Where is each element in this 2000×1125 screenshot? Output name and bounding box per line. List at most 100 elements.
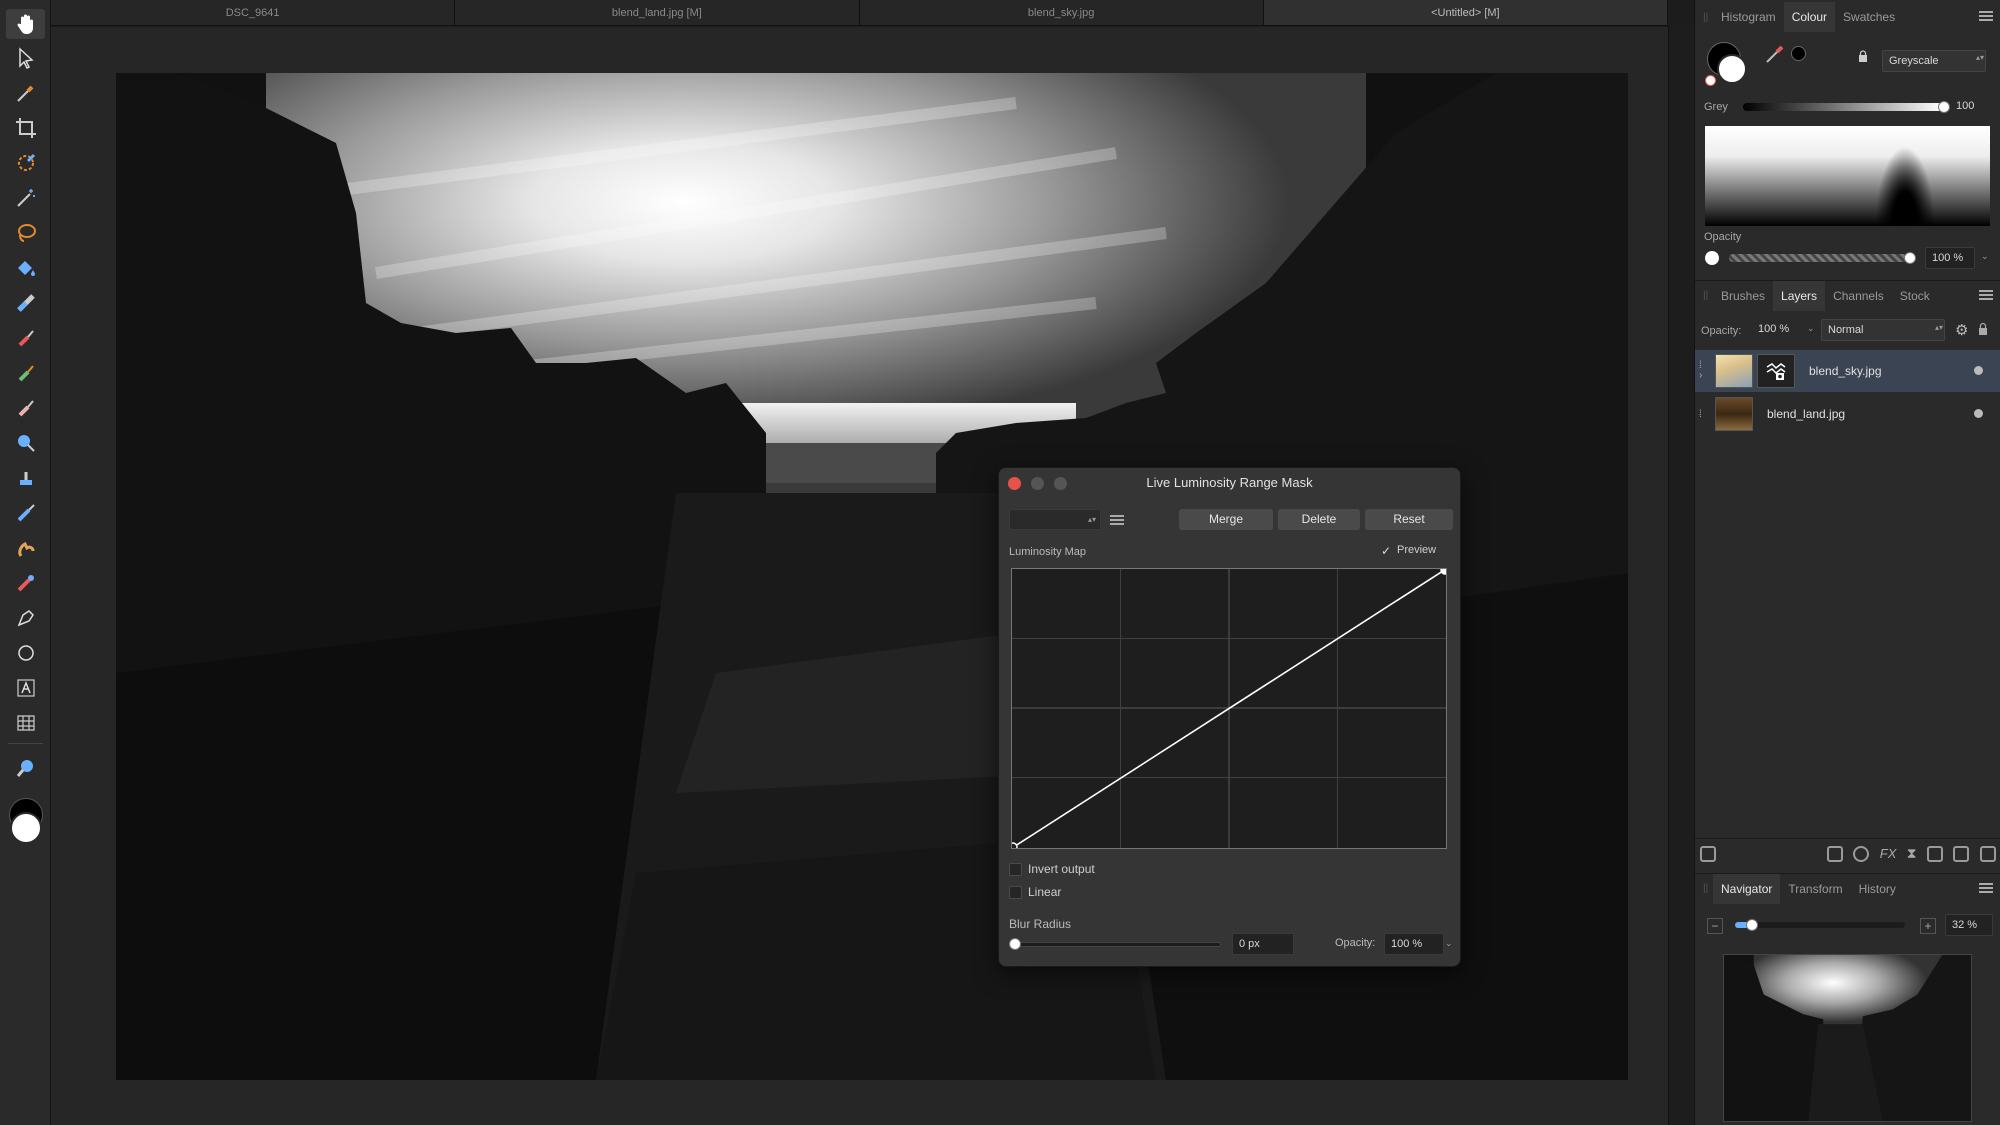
layer-row-blend-sky[interactable]: ⁞ › blend_sky.jpg xyxy=(1695,350,2000,392)
reset-button[interactable]: Reset xyxy=(1365,509,1453,530)
panel-grip-icon[interactable]: || xyxy=(1703,12,1713,23)
layer-copy-icon[interactable] xyxy=(1700,845,1717,862)
invert-output-checkbox[interactable] xyxy=(1009,863,1022,876)
secondary-color-swatch[interactable] xyxy=(10,812,42,844)
tab-brushes[interactable]: Brushes xyxy=(1713,281,1773,311)
linear-checkbox[interactable] xyxy=(1009,886,1022,899)
opacity-slider[interactable] xyxy=(1729,254,1909,262)
opacity-dropdown-icon[interactable]: ⌄ xyxy=(1981,251,1989,262)
grey-slider[interactable] xyxy=(1743,103,1943,111)
ellipse-icon[interactable] xyxy=(6,638,45,668)
tab-channels[interactable]: Channels xyxy=(1825,281,1892,311)
grey-slider-knob[interactable] xyxy=(1938,101,1950,113)
preview-check-icon[interactable]: ✓ xyxy=(1381,544,1391,558)
colour-spectrum[interactable] xyxy=(1705,126,1990,226)
gradient-icon[interactable] xyxy=(6,288,45,318)
no-color-icon[interactable] xyxy=(1705,75,1716,86)
navigator-preview[interactable] xyxy=(1723,954,1972,1122)
delete-button[interactable]: Delete xyxy=(1278,509,1360,530)
paint-brush-icon[interactable] xyxy=(6,323,45,353)
zoom-out-button[interactable]: − xyxy=(1707,918,1723,934)
mask-layer-icon[interactable] xyxy=(1826,845,1843,862)
tab-stock[interactable]: Stock xyxy=(1892,281,1938,311)
zoom-icon[interactable] xyxy=(6,753,45,783)
magic-wand-icon[interactable] xyxy=(6,183,45,213)
tab-blend-land[interactable]: blend_land.jpg [M] xyxy=(455,0,860,25)
tab-layers[interactable]: Layers xyxy=(1773,280,1826,311)
lock-icon[interactable] xyxy=(1857,49,1869,62)
zoom-slider[interactable] xyxy=(1735,922,1905,928)
new-pixel-layer-icon[interactable] xyxy=(1953,845,1970,862)
preset-menu-icon[interactable] xyxy=(1110,513,1124,527)
hand-tool-icon[interactable] xyxy=(6,9,45,39)
layer-row-blend-land[interactable]: ⁞ blend_land.jpg xyxy=(1695,393,2000,435)
layer-expand-chevron-icon[interactable]: ⁞ › xyxy=(1699,361,1713,381)
blur-radius-knob[interactable] xyxy=(1009,938,1021,950)
erase-brush-icon[interactable] xyxy=(6,393,45,423)
dodge-icon[interactable] xyxy=(6,428,45,458)
red-eye-icon[interactable] xyxy=(6,568,45,598)
blur-radius-slider[interactable] xyxy=(1011,942,1221,947)
fx-icon[interactable]: FX xyxy=(1880,846,1897,861)
tab-dsc-9641[interactable]: DSC_9641 xyxy=(51,0,456,25)
tab-navigator[interactable]: Navigator xyxy=(1713,873,1781,904)
tab-untitled[interactable]: <Untitled> [M] xyxy=(1263,0,1668,25)
freehand-selection-icon[interactable] xyxy=(6,218,45,248)
delete-layer-icon[interactable] xyxy=(1979,845,1996,862)
clone-icon[interactable] xyxy=(6,463,45,493)
zoom-value-field[interactable]: 32 % xyxy=(1945,914,1993,936)
layer-lock-icon[interactable] xyxy=(1977,322,1989,336)
colour-panel-menu-icon[interactable] xyxy=(1979,9,1993,23)
luminosity-curve-graph[interactable] xyxy=(1011,568,1447,849)
tab-blend-sky[interactable]: blend_sky.jpg xyxy=(860,0,1264,25)
layer-drag-icon[interactable]: ⁞ xyxy=(1699,409,1713,420)
adjustment-layer-icon[interactable] xyxy=(1853,845,1870,862)
merge-button[interactable]: Merge xyxy=(1179,509,1273,530)
tab-history[interactable]: History xyxy=(1851,874,1904,904)
eyedropper-icon[interactable] xyxy=(1763,42,1787,66)
layer-opacity-field[interactable]: 100 % xyxy=(1752,319,1806,341)
blend-mode-dropdown[interactable]: Normal xyxy=(1821,319,1945,341)
navigator-menu-icon[interactable] xyxy=(1979,881,1993,895)
panel-grip-icon[interactable]: || xyxy=(1703,290,1713,301)
preview-label[interactable]: Preview xyxy=(1397,544,1436,556)
color-replacement-icon[interactable] xyxy=(6,358,45,388)
panel-grip-icon[interactable]: || xyxy=(1703,883,1713,894)
flood-fill-icon[interactable] xyxy=(6,253,45,283)
layer-opacity-dropdown-icon[interactable]: ⌄ xyxy=(1807,323,1815,334)
stroke-color-swatch[interactable] xyxy=(1717,54,1747,84)
layers-panel-menu-icon[interactable] xyxy=(1979,288,1993,302)
mesh-warp-icon[interactable] xyxy=(6,708,45,738)
zoom-slider-knob[interactable] xyxy=(1746,919,1758,931)
layer-visibility-dot[interactable] xyxy=(1974,409,1983,418)
canvas-vertical-scrollbar[interactable] xyxy=(1668,26,1694,1125)
preset-dropdown[interactable]: ▴▾ xyxy=(1009,509,1101,530)
picked-color-swatch[interactable] xyxy=(1791,46,1806,61)
pen-icon[interactable] xyxy=(6,603,45,633)
colour-model-dropdown[interactable]: Greyscale xyxy=(1882,50,1986,72)
blur-radius-input[interactable]: 0 px xyxy=(1232,933,1294,955)
tab-colour[interactable]: Colour xyxy=(1783,2,1836,32)
tab-transform[interactable]: Transform xyxy=(1780,874,1850,904)
dialog-opacity-input[interactable]: 100 % xyxy=(1384,933,1444,955)
smudge-icon[interactable] xyxy=(6,533,45,563)
blend-mode-chevron-icon: ▴▾ xyxy=(1935,323,1944,332)
new-group-icon[interactable] xyxy=(1926,845,1943,862)
tab-swatches[interactable]: Swatches xyxy=(1835,2,1903,32)
color-picker-icon[interactable] xyxy=(6,78,45,108)
move-tool-icon[interactable] xyxy=(6,43,45,73)
healing-icon[interactable] xyxy=(6,498,45,528)
live-filter-icon[interactable]: ⧗ xyxy=(1907,845,1917,862)
crop-icon[interactable] xyxy=(6,113,45,143)
zoom-in-button[interactable]: + xyxy=(1920,918,1936,934)
opacity-slider-knob[interactable] xyxy=(1904,252,1916,264)
layer-visibility-dot[interactable] xyxy=(1974,366,1983,375)
text-icon[interactable] xyxy=(6,673,45,703)
grey-value-field[interactable]: 100 xyxy=(1950,96,1990,118)
opacity-value-field[interactable]: 100 % xyxy=(1925,247,1975,269)
tab-histogram[interactable]: Histogram xyxy=(1713,2,1784,32)
dialog-opacity-dropdown-icon[interactable]: ⌄ xyxy=(1445,938,1453,949)
luminosity-mask-icon[interactable] xyxy=(1757,354,1795,388)
layer-settings-gear-icon[interactable]: ⚙ xyxy=(1955,321,1968,339)
selection-brush-icon[interactable] xyxy=(6,148,45,178)
